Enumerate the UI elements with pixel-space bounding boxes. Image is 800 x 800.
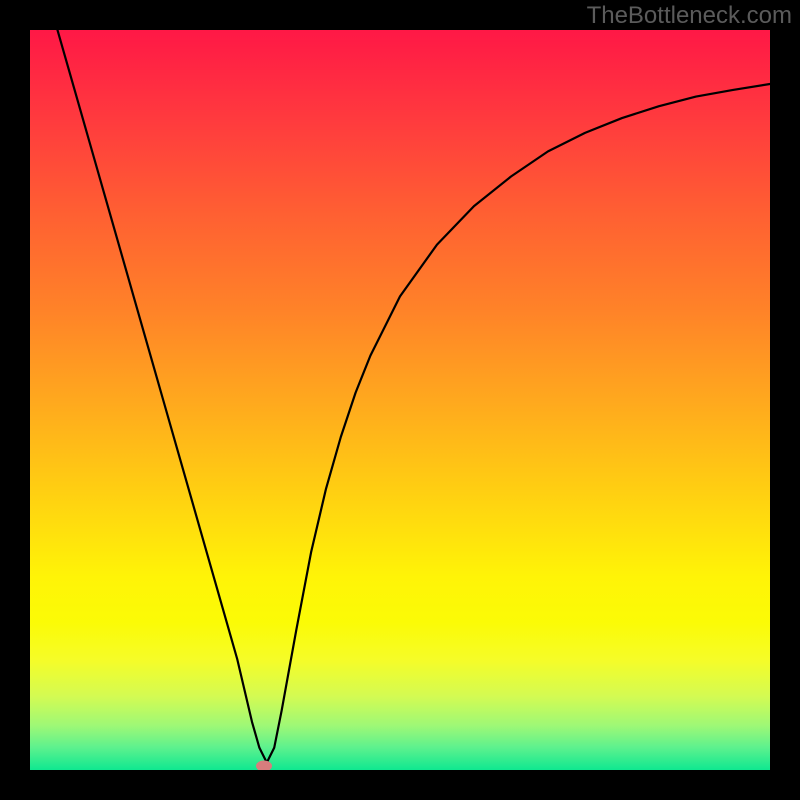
bottleneck-curve bbox=[30, 30, 770, 770]
plot-area bbox=[30, 30, 770, 770]
optimum-marker bbox=[256, 761, 272, 770]
chart-frame: TheBottleneck.com bbox=[0, 0, 800, 800]
watermark-text: TheBottleneck.com bbox=[587, 2, 792, 30]
